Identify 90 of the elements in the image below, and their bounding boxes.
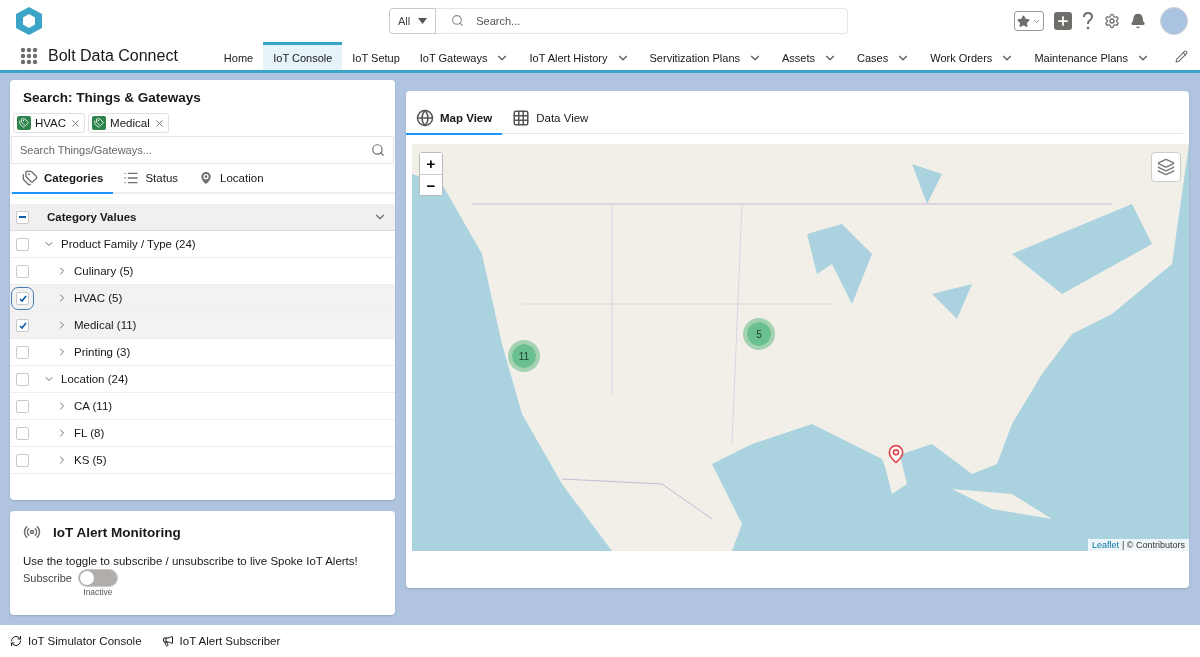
card-title: IoT Alert Monitoring — [53, 524, 181, 540]
caret-icon — [418, 18, 428, 24]
card-title: Search: Things & Gateways — [23, 90, 202, 105]
hexagon-logo-icon — [15, 6, 43, 36]
antenna-icon — [23, 523, 41, 541]
refresh-icon — [10, 635, 22, 647]
tag-icon — [92, 116, 107, 130]
tree-row[interactable]: Location (24) — [10, 366, 395, 393]
filter-tab[interactable]: Location — [188, 164, 274, 194]
app-name: Bolt Data Connect — [48, 47, 178, 65]
tree-header[interactable]: Category Values — [10, 204, 395, 231]
alert-description: Use the toggle to subscribe / unsubscribe to live Spoke IoT Alerts! — [23, 555, 359, 567]
filter-pill[interactable]: HVAC — [13, 113, 86, 133]
tree-label: Location (24) — [61, 373, 129, 385]
tag-icon — [17, 116, 31, 130]
layers-icon — [1157, 158, 1175, 176]
tree-row[interactable]: Culinary (5) — [10, 258, 395, 285]
tree-label: Printing (3) — [74, 346, 131, 358]
search-icon — [371, 143, 385, 157]
tree-label: CA (11) — [74, 400, 113, 412]
nav-tab[interactable]: Maintenance Plans — [1024, 42, 1160, 70]
checkmark-icon — [18, 294, 27, 302]
globe-icon — [416, 109, 434, 127]
list-icon — [123, 170, 140, 186]
nav-tab[interactable]: Home — [213, 42, 264, 70]
app-launcher-icon[interactable] — [20, 47, 38, 65]
nav-tab[interactable]: IoT Setup — [342, 42, 410, 70]
nav-tab[interactable]: IoT Alert History — [519, 42, 640, 70]
tree-row[interactable]: HVAC (5) — [10, 285, 395, 312]
add-button[interactable] — [1054, 12, 1072, 30]
checkbox[interactable] — [16, 426, 29, 440]
checkmark-icon — [18, 321, 27, 329]
grid-icon — [512, 109, 531, 127]
checkbox[interactable] — [16, 372, 29, 386]
utility-item[interactable]: IoT Simulator Console — [10, 635, 142, 647]
toggle-status: Inactive — [83, 587, 113, 597]
remove-icon[interactable] — [153, 117, 165, 129]
tree-row[interactable]: Medical (11) — [10, 312, 395, 339]
favorites-button[interactable] — [1014, 11, 1044, 31]
filter-pill[interactable]: Medical — [88, 113, 169, 133]
tree-label: Medical (11) — [74, 319, 137, 331]
checkbox[interactable] — [16, 210, 29, 224]
tree-label: HVAC (5) — [74, 292, 123, 304]
utility-item[interactable]: IoT Alert Subscriber — [161, 635, 281, 647]
settings-icon[interactable] — [1104, 13, 1120, 29]
nav-tab[interactable]: Cases — [847, 42, 921, 70]
tree-label: Product Family / Type (24) — [61, 238, 196, 250]
filter-tab[interactable]: Categories — [12, 164, 114, 194]
edit-icon[interactable] — [1175, 49, 1188, 63]
view-tab[interactable]: Data View — [502, 103, 599, 135]
attribution-text: | © Contributors — [1122, 540, 1185, 550]
tree-row[interactable]: Printing (3) — [10, 339, 395, 366]
tree-row[interactable]: Product Family / Type (24) — [10, 231, 395, 258]
tags-icon — [22, 170, 38, 186]
tree-row[interactable]: KS (5) — [10, 447, 395, 474]
leaflet-link[interactable]: Leaflet — [1091, 540, 1119, 550]
subscribe-toggle[interactable] — [77, 569, 118, 587]
nav-tab[interactable]: IoT Gateways — [409, 42, 520, 70]
global-search-field[interactable]: Search... — [436, 8, 849, 34]
remove-icon[interactable] — [70, 117, 82, 129]
checkbox[interactable] — [16, 318, 29, 332]
tree-label: KS (5) — [74, 454, 107, 466]
nav-tab[interactable]: Work Orders — [920, 42, 1025, 70]
layers-button[interactable] — [1151, 152, 1181, 182]
view-tab[interactable]: Map View — [406, 103, 503, 135]
toggle-label: Subscribe — [23, 572, 72, 584]
tree-label: Culinary (5) — [74, 265, 134, 277]
checkbox[interactable] — [16, 237, 29, 251]
tree-label: FL (8) — [74, 427, 105, 439]
help-icon[interactable] — [1082, 12, 1094, 30]
bell-icon[interactable] — [1130, 13, 1146, 29]
minus-icon — [19, 216, 26, 218]
tree-row[interactable]: CA (11) — [10, 393, 395, 420]
plus-icon — [1056, 14, 1070, 28]
tree-row[interactable]: FL (8) — [10, 420, 395, 447]
zoom-out-button[interactable]: − — [420, 174, 442, 195]
search-icon — [451, 14, 465, 27]
checkbox[interactable] — [16, 345, 29, 359]
megaphone-icon — [161, 635, 174, 647]
scope-dropdown[interactable]: All — [389, 8, 437, 34]
filter-tab[interactable]: Status — [113, 164, 189, 194]
map-pin-icon[interactable] — [886, 444, 906, 464]
star-icon — [1017, 14, 1030, 28]
checkbox[interactable] — [16, 453, 29, 467]
checkbox[interactable] — [16, 264, 29, 278]
nav-tab[interactable]: Servitization Plans — [639, 42, 773, 70]
search-field[interactable]: Search Things/Gateways... — [11, 136, 394, 164]
nav-tab[interactable]: IoT Console — [263, 42, 343, 70]
checkbox[interactable] — [16, 399, 29, 413]
nav-tab[interactable]: Assets — [772, 42, 848, 70]
